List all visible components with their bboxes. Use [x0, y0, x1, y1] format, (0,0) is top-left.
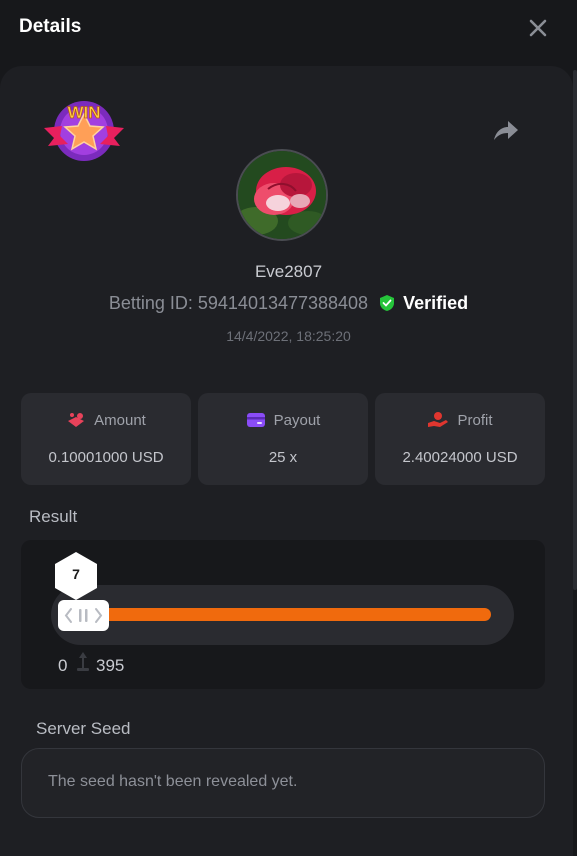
share-icon[interactable]: [490, 118, 520, 144]
verified-shield-icon: [380, 295, 395, 311]
payout-card: Payout 25 x: [198, 393, 368, 485]
bet-datetime: 14/4/2022, 18:25:20: [226, 328, 351, 344]
avatar: [236, 149, 328, 241]
modal-title: Details: [19, 16, 82, 37]
betting-id: Betting ID: 59414013477388408: [108, 293, 369, 313]
betting-id-row: Betting ID: 59414013477388408 Verified: [0, 293, 577, 314]
rose-avatar: [238, 151, 326, 239]
profit-label: Profit: [457, 412, 493, 429]
arrow-up-icon: [77, 652, 89, 671]
svg-text:WIN: WIN: [67, 103, 100, 122]
profit-card: Profit 2.40024000 USD: [375, 393, 545, 485]
username: Eve2807: [254, 262, 323, 281]
slider-handle[interactable]: [58, 600, 109, 631]
amount-label: Amount: [94, 412, 146, 429]
profit-hand-icon: [428, 412, 449, 427]
profit-value: 2.40024000 USD: [402, 449, 518, 466]
roll-value: 7: [72, 566, 80, 582]
result-bar: [84, 608, 491, 621]
verified-label[interactable]: Verified: [403, 293, 468, 313]
amount-coins-icon: [68, 413, 85, 427]
range-min: 0: [58, 656, 68, 675]
payout-wallet-icon: [246, 413, 265, 427]
range-max: 395: [96, 656, 125, 675]
modal-header: Details: [0, 0, 577, 62]
slider-grip-icon: [64, 608, 103, 623]
amount-value: 0.10001000 USD: [48, 449, 164, 466]
payout-value: 25 x: [268, 449, 298, 466]
server-seed-label: Server Seed: [36, 719, 131, 738]
server-seed-box: The seed hasn't been revealed yet.: [21, 748, 545, 818]
payout-label: Payout: [273, 412, 321, 429]
close-icon[interactable]: [526, 16, 550, 40]
server-seed-value: The seed hasn't been revealed yet.: [48, 773, 298, 790]
win-star-badge-icon: WIN: [44, 101, 124, 161]
result-label: Result: [29, 507, 78, 526]
amount-card: Amount 0.10001000 USD: [21, 393, 191, 485]
